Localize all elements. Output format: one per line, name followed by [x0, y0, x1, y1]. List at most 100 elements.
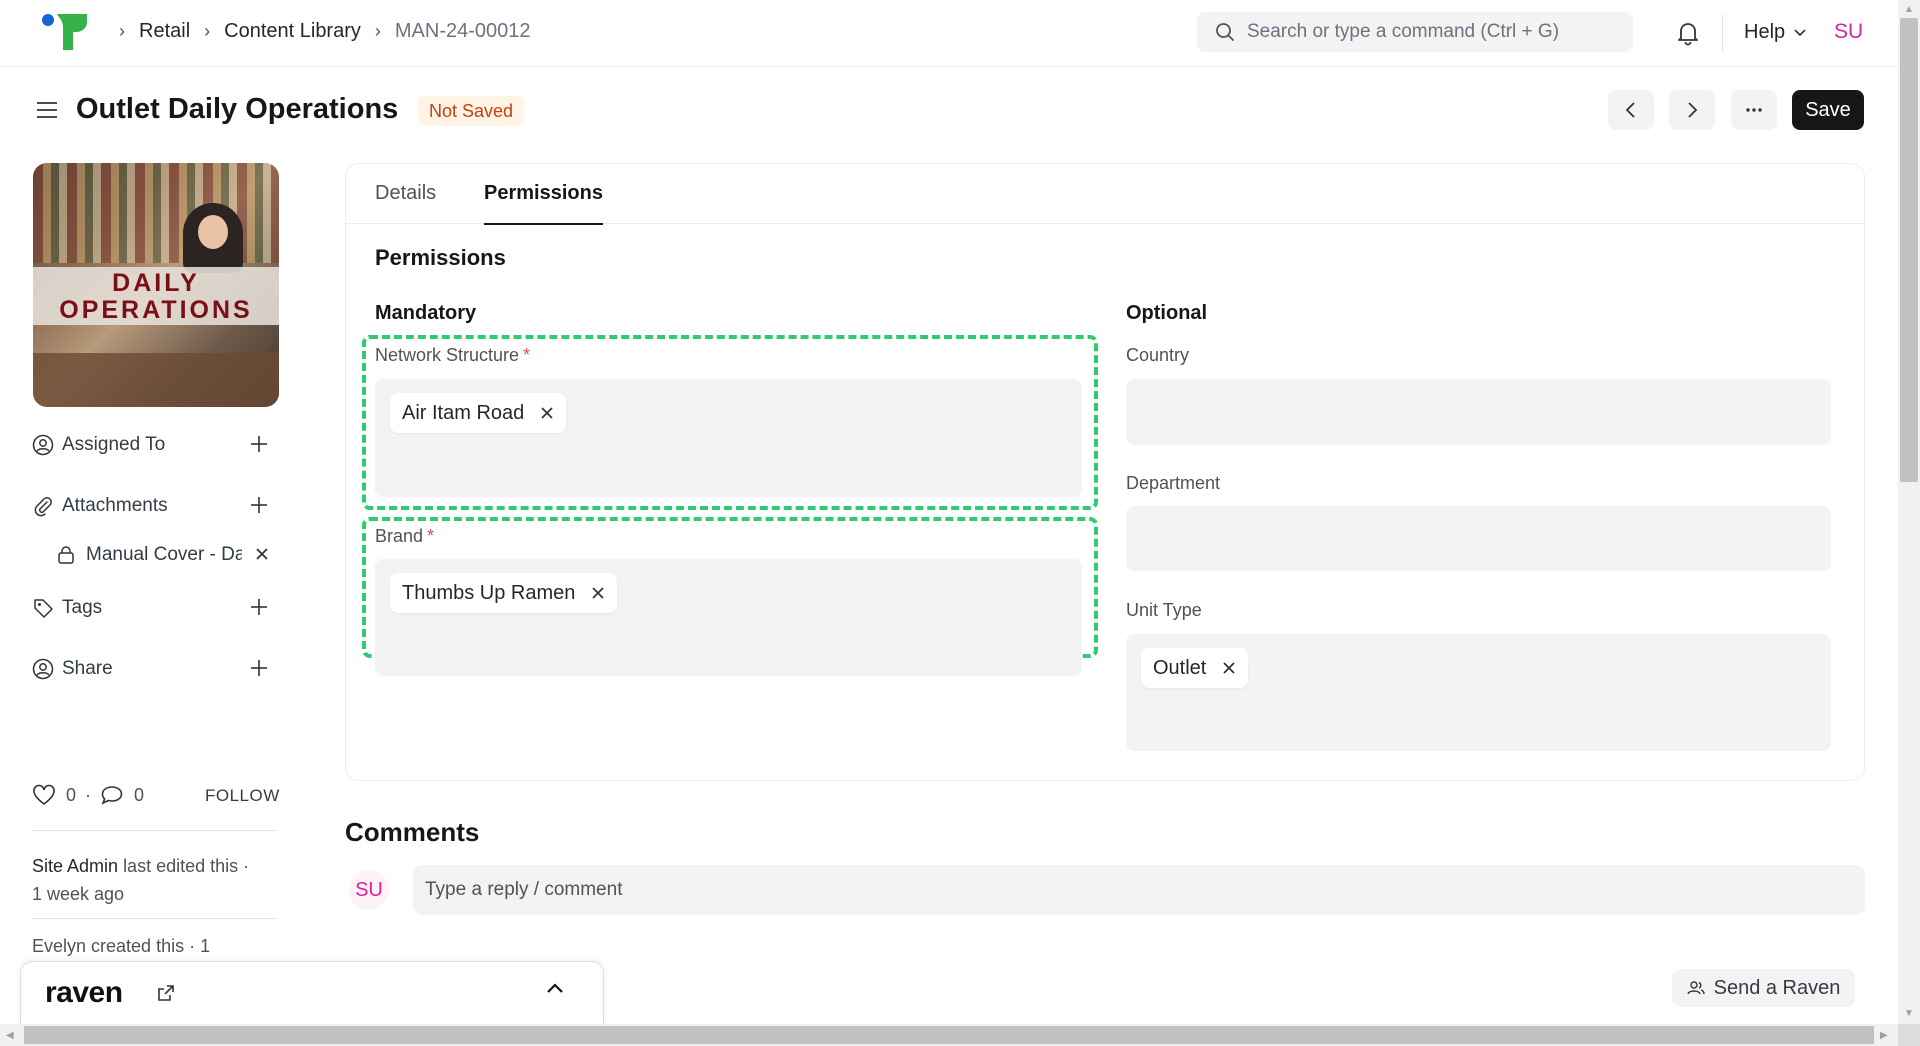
- dot-separator: ·: [85, 784, 92, 805]
- network-structure-label-text: Network Structure: [375, 345, 520, 365]
- breadcrumb-document-id[interactable]: MAN-24-00012: [395, 20, 531, 43]
- comments-title: Comments: [345, 817, 480, 847]
- send-raven-button[interactable]: Send a Raven: [1672, 969, 1855, 1007]
- chevron-right-icon: ›: [119, 21, 125, 41]
- previous-button[interactable]: [1608, 90, 1654, 130]
- tag-icon: [34, 599, 53, 618]
- network-structure-pill: Air Itam Road: [390, 393, 567, 433]
- tags-label: Tags: [62, 597, 103, 618]
- app-logo[interactable]: [40, 12, 90, 52]
- attachment-filename[interactable]: Manual Cover - Daily Operations: [86, 544, 242, 566]
- more-actions-button[interactable]: [1731, 90, 1777, 130]
- brand-value: Thumbs Up Ramen: [402, 581, 576, 604]
- comment-icon[interactable]: [100, 784, 124, 806]
- raven-widget[interactable]: raven: [20, 961, 604, 1029]
- share-row[interactable]: Share: [32, 654, 280, 684]
- plus-icon[interactable]: [248, 596, 270, 618]
- user-avatar[interactable]: SU: [1834, 20, 1863, 44]
- network-structure-field[interactable]: Air Itam Road: [375, 379, 1082, 497]
- status-badge: Not Saved: [418, 96, 525, 126]
- comments-count: 0: [134, 784, 145, 805]
- section-title: Permissions: [375, 245, 506, 270]
- heart-icon[interactable]: [32, 784, 56, 806]
- tab-permissions[interactable]: Permissions: [484, 182, 603, 225]
- activity-edited: Site Admin last edited this · 1 week ago: [32, 852, 282, 908]
- plus-icon[interactable]: [248, 433, 270, 455]
- scroll-left-arrow-icon[interactable]: ◀: [6, 1030, 14, 1041]
- cover-face: [198, 215, 228, 249]
- optional-title: Optional: [1126, 302, 1208, 324]
- scroll-up-arrow-icon[interactable]: ▲: [1904, 4, 1914, 15]
- close-icon[interactable]: [1222, 661, 1236, 675]
- horizontal-scrollbar-thumb[interactable]: [24, 1026, 1874, 1044]
- unit-type-pill: Outlet: [1141, 648, 1249, 688]
- cover-text: DAILY OPERATIONS: [33, 267, 279, 324]
- cover-text-line2: OPERATIONS: [59, 296, 253, 324]
- tab-bar: Details Permissions: [346, 164, 1864, 225]
- chevron-right-icon: [1688, 102, 1698, 118]
- search-icon: [1216, 23, 1234, 41]
- chevron-down-icon: [1794, 28, 1806, 36]
- brand-label: Brand *: [375, 526, 434, 547]
- vertical-scrollbar-thumb[interactable]: [1900, 18, 1918, 482]
- scrollbar-corner: [1898, 1024, 1920, 1046]
- user-add-icon: [32, 434, 54, 456]
- scroll-right-arrow-icon[interactable]: ▶: [1880, 1030, 1888, 1041]
- country-field[interactable]: [1126, 379, 1831, 445]
- assigned-to-row[interactable]: Assigned To: [32, 430, 280, 460]
- close-icon[interactable]: [540, 406, 554, 420]
- breadcrumb-content-library[interactable]: Content Library: [224, 20, 361, 43]
- unit-type-field[interactable]: Outlet: [1126, 634, 1831, 751]
- cover-counter: [33, 353, 279, 407]
- plus-icon[interactable]: [248, 657, 270, 679]
- follow-button[interactable]: FOLLOW: [205, 786, 280, 806]
- external-link-icon[interactable]: [157, 984, 175, 1002]
- sidebar-divider: [32, 830, 278, 831]
- chevron-up-icon[interactable]: [546, 982, 564, 994]
- activity-edit-text: last edited this ·: [123, 856, 250, 876]
- unit-type-value: Outlet: [1153, 656, 1207, 679]
- unit-type-label: Unit Type: [1126, 600, 1202, 620]
- breadcrumb: › Retail › Content Library › MAN-24-0001…: [105, 20, 531, 43]
- ellipsis-icon: [1746, 108, 1762, 112]
- attachments-label: Attachments: [62, 495, 168, 516]
- next-button[interactable]: [1669, 90, 1715, 130]
- activity-editor[interactable]: Site Admin: [32, 856, 118, 876]
- breadcrumb-retail[interactable]: Retail: [139, 20, 190, 43]
- department-field[interactable]: [1126, 506, 1831, 571]
- required-marker: *: [427, 526, 435, 546]
- save-button[interactable]: Save: [1792, 90, 1864, 130]
- chevron-right-icon: ›: [374, 21, 381, 41]
- comment-avatar: SU: [349, 870, 389, 910]
- sidebar-toggle-icon[interactable]: [36, 100, 58, 120]
- navbar-divider: [1722, 14, 1723, 52]
- assigned-to-label: Assigned To: [62, 434, 166, 455]
- search-bar[interactable]: [1197, 12, 1633, 52]
- search-input[interactable]: [1247, 21, 1607, 43]
- cover-image[interactable]: DAILY OPERATIONS: [33, 163, 279, 407]
- sidebar-divider: [32, 918, 278, 919]
- paperclip-icon: [34, 497, 52, 517]
- lock-icon: [58, 546, 74, 564]
- brand-field[interactable]: Thumbs Up Ramen: [375, 559, 1082, 676]
- chevron-left-icon: [1625, 102, 1635, 118]
- cover-text-line1: DAILY: [112, 269, 200, 297]
- close-icon[interactable]: [591, 586, 605, 600]
- bell-icon[interactable]: [1676, 20, 1700, 46]
- send-raven-label: Send a Raven: [1713, 976, 1841, 999]
- social-stats: 0 · 0: [32, 784, 144, 806]
- users-icon: [1686, 981, 1705, 995]
- tags-row[interactable]: Tags: [32, 593, 280, 623]
- mandatory-title: Mandatory: [375, 302, 477, 324]
- tab-details[interactable]: Details: [375, 182, 436, 223]
- user-share-icon: [32, 658, 54, 680]
- form-card: Details Permissions Permissions Mandator…: [345, 163, 1865, 781]
- chevron-right-icon: ›: [204, 21, 211, 41]
- scroll-down-arrow-icon[interactable]: ▼: [1904, 1008, 1914, 1019]
- help-dropdown[interactable]: Help: [1744, 21, 1807, 44]
- close-icon[interactable]: [254, 546, 270, 562]
- plus-icon[interactable]: [248, 494, 270, 516]
- attachment-item[interactable]: Manual Cover - Daily Operations: [56, 540, 276, 570]
- comment-input[interactable]: [413, 865, 1865, 915]
- attachments-row[interactable]: Attachments: [32, 491, 280, 521]
